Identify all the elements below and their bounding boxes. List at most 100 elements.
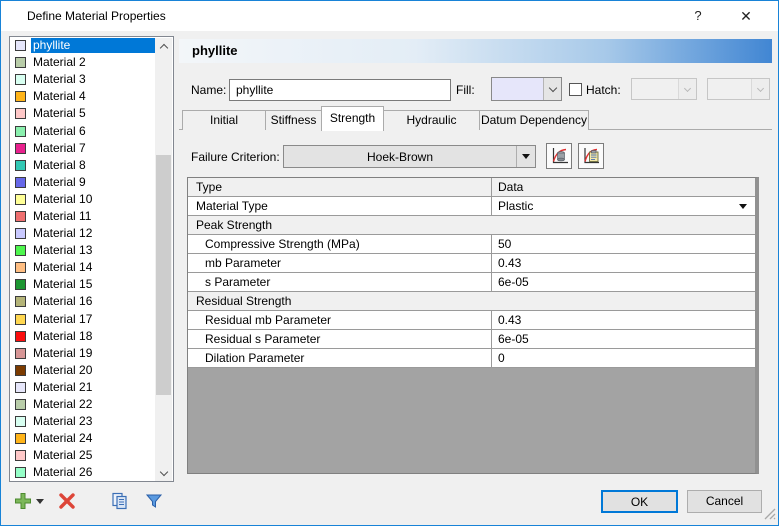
material-list-item[interactable]: Material 16 <box>10 293 173 310</box>
material-list-item[interactable]: Material 20 <box>10 362 173 379</box>
name-input[interactable] <box>229 79 451 101</box>
material-list-item[interactable]: Material 6 <box>10 122 173 139</box>
material-list-item[interactable]: Material 12 <box>10 225 173 242</box>
material-color-swatch <box>15 433 26 444</box>
material-color-swatch <box>15 365 26 376</box>
tab-stiffness[interactable]: Stiffness <box>265 110 322 130</box>
scroll-down-icon[interactable] <box>155 465 172 482</box>
material-list-item[interactable]: phyllite <box>10 37 173 54</box>
material-list-item[interactable]: Material 8 <box>10 157 173 174</box>
material-name: Material 5 <box>31 106 155 121</box>
material-name: Material 10 <box>31 192 155 207</box>
property-value-cell[interactable]: 6e-05 <box>492 330 755 348</box>
copy-material-icon[interactable] <box>109 490 131 512</box>
material-list-item[interactable]: Material 13 <box>10 242 173 259</box>
material-color-swatch <box>15 57 26 68</box>
scroll-up-icon[interactable] <box>155 38 172 55</box>
close-icon[interactable]: ✕ <box>728 1 764 31</box>
material-list-item[interactable]: Material 18 <box>10 328 173 345</box>
material-list-item[interactable]: Material 2 <box>10 54 173 71</box>
material-list-item[interactable]: Material 4 <box>10 88 173 105</box>
chevron-down-icon[interactable] <box>739 204 747 209</box>
material-name: Material 6 <box>31 124 155 139</box>
material-color-swatch <box>15 416 26 427</box>
chevron-down-icon <box>751 79 769 99</box>
material-name: Material 11 <box>31 209 155 224</box>
failure-criterion-dropdown[interactable]: Hoek-Brown <box>283 145 536 168</box>
tab-initial-conditions[interactable]: Initial Conditions <box>182 110 266 130</box>
tab-datum-dependency[interactable]: Datum Dependency <box>479 110 589 130</box>
material-color-swatch <box>15 279 26 290</box>
material-name: Material 26 <box>31 465 155 480</box>
material-color-swatch <box>15 399 26 410</box>
ok-button[interactable]: OK <box>601 490 678 513</box>
material-list-item[interactable]: Material 19 <box>10 345 173 362</box>
material-list-item[interactable]: Material 26 <box>10 464 173 481</box>
material-name: Material 15 <box>31 277 155 292</box>
scrollbar-thumb[interactable] <box>156 155 171 395</box>
material-color-swatch <box>15 160 26 171</box>
material-list-item[interactable]: Material 22 <box>10 396 173 413</box>
lab-data-chart-button[interactable] <box>546 143 572 169</box>
cancel-button[interactable]: Cancel <box>687 490 762 513</box>
section-label: Residual Strength <box>188 292 755 310</box>
add-material-plus-icon[interactable] <box>12 490 34 512</box>
material-color-swatch <box>15 211 26 222</box>
material-name: Material 8 <box>31 158 155 173</box>
property-value-cell[interactable]: Plastic <box>492 197 755 215</box>
material-list-item[interactable]: Material 14 <box>10 259 173 276</box>
table-row: Material TypePlastic <box>188 197 755 216</box>
material-list-item[interactable]: Material 21 <box>10 379 173 396</box>
tab-strength[interactable]: Strength <box>321 106 384 131</box>
property-value: 0.43 <box>498 254 755 272</box>
material-list-item[interactable]: Material 3 <box>10 71 173 88</box>
material-color-swatch <box>15 348 26 359</box>
hatch-checkbox[interactable] <box>569 83 582 96</box>
material-name: Material 13 <box>31 243 155 258</box>
property-value-cell[interactable]: 0.43 <box>492 311 755 329</box>
material-list-item[interactable]: Material 11 <box>10 208 173 225</box>
property-label-cell: Residual mb Parameter <box>188 311 492 329</box>
title-bar: Define Material Properties ? ✕ <box>1 1 778 31</box>
material-color-swatch <box>15 40 26 51</box>
material-color-swatch <box>15 331 26 342</box>
property-value: 6e-05 <box>498 273 755 291</box>
material-name: Material 2 <box>31 55 155 70</box>
property-label-cell: mb Parameter <box>188 254 492 272</box>
material-list-item[interactable]: Material 17 <box>10 311 173 328</box>
resize-grip[interactable] <box>764 508 776 523</box>
copy-strength-parameters-button[interactable] <box>578 143 604 169</box>
material-list-item[interactable]: Material 15 <box>10 276 173 293</box>
material-name: Material 4 <box>31 89 155 104</box>
property-value: 0.43 <box>498 311 755 329</box>
material-list-item[interactable]: Material 5 <box>10 105 173 122</box>
property-label-cell: s Parameter <box>188 273 492 291</box>
property-value: Plastic <box>498 197 739 215</box>
help-icon[interactable]: ? <box>680 1 716 31</box>
material-list-item[interactable]: Material 25 <box>10 447 173 464</box>
chevron-down-icon <box>516 146 535 167</box>
add-material-dropdown-icon[interactable] <box>33 490 47 512</box>
property-value-cell[interactable]: 6e-05 <box>492 273 755 291</box>
fill-color-swatch <box>492 78 543 100</box>
fill-color-dropdown[interactable] <box>491 77 562 101</box>
selected-material-header: phyllite <box>179 39 772 63</box>
material-list-item[interactable]: Material 9 <box>10 174 173 191</box>
material-list-item[interactable]: Material 23 <box>10 413 173 430</box>
material-list-scrollbar[interactable] <box>155 38 172 482</box>
material-color-swatch <box>15 314 26 325</box>
filter-materials-icon[interactable] <box>143 490 165 512</box>
material-list-item[interactable]: Material 10 <box>10 191 173 208</box>
property-value-cell[interactable]: 0.43 <box>492 254 755 272</box>
material-name: Material 19 <box>31 346 155 361</box>
property-value-cell[interactable]: 0 <box>492 349 755 367</box>
section-row: Residual Strength <box>188 292 755 311</box>
material-list-item[interactable]: Material 24 <box>10 430 173 447</box>
property-value-cell[interactable]: 50 <box>492 235 755 253</box>
tab-hydraulic-properties[interactable]: Hydraulic Properties <box>383 110 480 130</box>
material-listbox: phylliteMaterial 2Material 3Material 4 Ma… <box>9 36 174 482</box>
failure-criterion-label: Failure Criterion: <box>191 146 280 168</box>
material-color-swatch <box>15 126 26 137</box>
delete-material-x-icon[interactable] <box>56 490 78 512</box>
material-list-item[interactable]: Material 7 <box>10 140 173 157</box>
